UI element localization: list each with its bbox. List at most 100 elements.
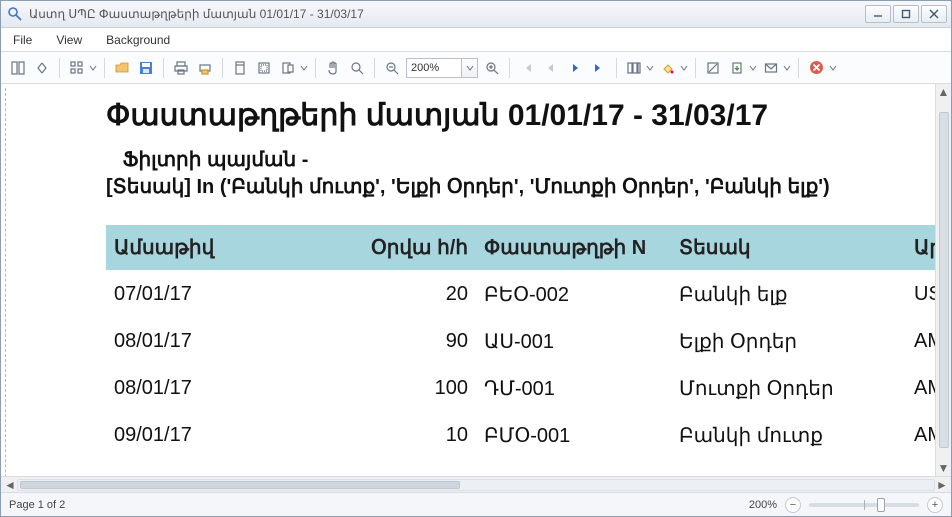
zoom-out-icon[interactable]	[381, 57, 403, 79]
maximize-button[interactable]	[893, 5, 919, 23]
chevron-down-icon[interactable]	[748, 64, 758, 72]
hand-tool-icon[interactable]	[322, 57, 344, 79]
document-filter: Ֆիլտրի պայման - [Տեսակ] In ('Բանկի մուտք…	[106, 147, 935, 201]
scroll-thumb[interactable]	[939, 112, 949, 448]
separator	[315, 58, 316, 78]
zoom-slider[interactable]	[809, 503, 919, 507]
chevron-down-icon[interactable]	[299, 64, 309, 72]
page-indicator: Page 1 of 2	[9, 499, 65, 511]
separator	[616, 58, 617, 78]
chevron-down-icon[interactable]	[829, 64, 837, 72]
scroll-thumb[interactable]	[20, 481, 460, 489]
slider-knob[interactable]	[877, 498, 885, 512]
zoom-control: 200% − +	[749, 497, 943, 513]
filter-line-1: Ֆիլտրի պայման -	[123, 149, 309, 171]
email-icon[interactable]	[760, 57, 782, 79]
document-title: Փաստաթղթերի մատյան 01/01/17 - 31/03/17	[106, 98, 935, 133]
window-title: Աստղ ՍՊԸ Փաստաթղթերի մատյան 01/01/17 - 3…	[29, 7, 865, 21]
document-page: Փաստաթղթերի մատյան 01/01/17 - 31/03/17 Ֆ…	[5, 88, 935, 476]
cell-doc-no: ԲՄՕ-001	[476, 411, 671, 458]
cell-type: Բանկի ելք	[671, 270, 906, 317]
zoom-combo[interactable]: 200%	[405, 57, 479, 79]
cell-doc-no: ԲԵՕ-002	[476, 270, 671, 317]
table-row: 07/01/17 20 ԲԵՕ-002 Բանկի ելք USD	[106, 270, 935, 317]
separator	[59, 58, 60, 78]
separator	[374, 58, 375, 78]
minimize-button[interactable]	[865, 5, 891, 23]
page-setup-icon[interactable]	[229, 57, 251, 79]
first-page-icon[interactable]	[516, 57, 538, 79]
prev-page-icon[interactable]	[540, 57, 562, 79]
horizontal-scrollbar[interactable]: ◄ ►	[1, 476, 951, 492]
content-area: Փաստաթղթերի մատյան 01/01/17 - 31/03/17 Ֆ…	[1, 84, 951, 476]
app-icon	[7, 6, 23, 22]
zoom-value[interactable]: 200%	[406, 58, 462, 78]
cell-type: Ելքի Օրդեր	[671, 317, 906, 364]
toolbar: 200%	[1, 52, 951, 84]
col-type: Տեսակ	[671, 225, 906, 270]
scroll-left-icon[interactable]: ◄	[3, 479, 17, 491]
color-fill-icon[interactable]	[657, 57, 679, 79]
cell-date: 08/01/17	[106, 317, 331, 364]
cell-currency: AMD	[906, 317, 935, 364]
cell-currency: USD	[906, 270, 935, 317]
zoom-out-button[interactable]: −	[785, 497, 801, 513]
col-day-seq: Օրվա հ/հ	[331, 225, 476, 270]
col-date: Ամսաթիվ	[106, 225, 331, 270]
cell-date: 07/01/17	[106, 270, 331, 317]
scroll-up-icon[interactable]: ▲	[938, 86, 950, 98]
table-header-row: Ամսաթիվ Օրվա հ/հ Փաստաթղթի N Տեսակ Արժ	[106, 225, 935, 270]
last-page-icon[interactable]	[588, 57, 610, 79]
cell-day-seq: 90	[331, 317, 476, 364]
open-icon[interactable]	[111, 57, 133, 79]
zoom-in-icon[interactable]	[481, 57, 503, 79]
find-icon[interactable]	[31, 57, 53, 79]
scroll-down-icon[interactable]: ▼	[938, 462, 950, 474]
menubar: File View Background	[1, 28, 951, 52]
cell-day-seq: 100	[331, 364, 476, 411]
magnifier-icon[interactable]	[346, 57, 368, 79]
scale-icon[interactable]	[277, 57, 299, 79]
cell-currency: AMD	[906, 411, 935, 458]
multi-page-icon[interactable]	[623, 57, 645, 79]
print-preview-icon[interactable]	[194, 57, 216, 79]
cell-doc-no: ԴՄ-001	[476, 364, 671, 411]
menu-background[interactable]: Background	[102, 31, 174, 49]
slider-tick	[864, 500, 865, 510]
app-window: Աստղ ՍՊԸ Փաստաթղթերի մատյան 01/01/17 - 3…	[0, 0, 952, 517]
data-table: Ամսաթիվ Օրվա հ/հ Փաստաթղթի N Տեսակ Արժ 0…	[106, 225, 935, 458]
chevron-down-icon[interactable]	[88, 64, 98, 72]
separator	[798, 58, 799, 78]
close-button[interactable]	[921, 5, 947, 23]
vertical-scrollbar[interactable]: ▲ ▼	[935, 84, 951, 476]
chevron-down-icon[interactable]	[462, 58, 478, 78]
sidebar-toggle-icon[interactable]	[7, 57, 29, 79]
col-doc-no: Փաստաթղթի N	[476, 225, 671, 270]
thumbnails-icon[interactable]	[66, 57, 88, 79]
window-controls	[865, 5, 947, 23]
cell-date: 08/01/17	[106, 364, 331, 411]
chevron-down-icon[interactable]	[679, 64, 689, 72]
scroll-right-icon[interactable]: ►	[935, 479, 949, 491]
cell-day-seq: 10	[331, 411, 476, 458]
cell-type: Բանկի մուտք	[671, 411, 906, 458]
separator	[509, 58, 510, 78]
menu-view[interactable]: View	[52, 31, 86, 49]
menu-file[interactable]: File	[9, 31, 36, 49]
export-icon[interactable]	[726, 57, 748, 79]
print-icon[interactable]	[170, 57, 192, 79]
cell-day-seq: 20	[331, 270, 476, 317]
margins-icon[interactable]	[253, 57, 275, 79]
watermark-icon[interactable]	[702, 57, 724, 79]
close-preview-icon[interactable]	[805, 57, 827, 79]
save-icon[interactable]	[135, 57, 157, 79]
zoom-in-button[interactable]: +	[927, 497, 943, 513]
chevron-down-icon[interactable]	[645, 64, 655, 72]
scroll-track[interactable]	[17, 479, 935, 491]
chevron-down-icon[interactable]	[782, 64, 792, 72]
preview-canvas[interactable]: Փաստաթղթերի մատյան 01/01/17 - 31/03/17 Ֆ…	[1, 84, 935, 476]
cell-type: Մուտքի Օրդեր	[671, 364, 906, 411]
separator	[695, 58, 696, 78]
next-page-icon[interactable]	[564, 57, 586, 79]
zoom-label: 200%	[749, 499, 777, 511]
